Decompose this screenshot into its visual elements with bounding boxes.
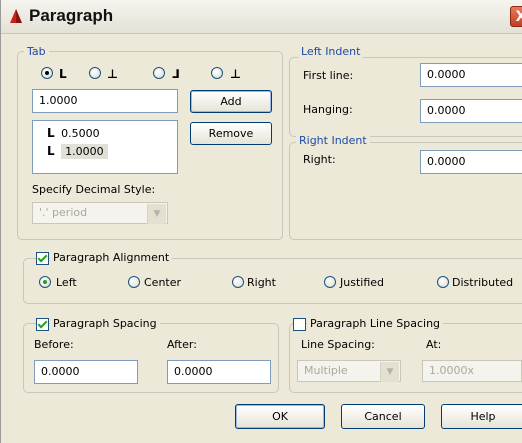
- tab-type-right-radio[interactable]: [153, 67, 165, 79]
- chevron-down-icon: ▼: [380, 362, 399, 382]
- alignment-label: Paragraph Alignment: [50, 251, 173, 264]
- spacing-label: Paragraph Spacing: [50, 317, 160, 330]
- line-spacing-mode-label: Line Spacing:: [301, 338, 375, 351]
- align-distributed-radio[interactable]: [437, 276, 449, 288]
- tab-type-center-radio[interactable]: [89, 67, 101, 79]
- decimal-style-value: '.' period: [39, 206, 88, 219]
- line-spacing-dropdown: Multiple ▼: [297, 360, 401, 382]
- tab-right-icon: ⅃: [172, 67, 180, 81]
- help-button[interactable]: Help: [441, 404, 522, 429]
- paragraph-dialog: Paragraph X Tab L ⊥ ⅃ ⊥ 1.0000 Add Remov…: [0, 0, 522, 443]
- tab-stops-list[interactable]: L 0.5000 L 1.0000: [32, 120, 178, 174]
- align-right-label: Right: [247, 276, 276, 289]
- align-distributed-label: Distributed: [452, 276, 514, 289]
- align-center-label: Center: [144, 276, 182, 289]
- tab-left-icon: L: [59, 67, 67, 81]
- align-left-radio[interactable]: [39, 276, 51, 288]
- before-label: Before:: [34, 338, 74, 351]
- list-item[interactable]: L 1.0000: [47, 144, 108, 159]
- at-input: 1.0000x: [422, 360, 522, 382]
- tab-left-icon: L: [47, 126, 55, 140]
- tab-position-input[interactable]: 1.0000: [32, 89, 178, 113]
- after-label: After:: [167, 338, 197, 351]
- align-right-radio[interactable]: [232, 276, 244, 288]
- line-spacing-value: Multiple: [304, 364, 348, 377]
- alignment-checkbox[interactable]: [36, 252, 49, 265]
- cancel-button[interactable]: Cancel: [341, 404, 425, 429]
- close-button[interactable]: X: [510, 6, 522, 27]
- align-left-label: Left: [56, 276, 77, 289]
- before-input[interactable]: 0.0000: [34, 360, 138, 384]
- right-indent-input[interactable]: 0.0000: [420, 150, 522, 174]
- line-spacing-label: Paragraph Line Spacing: [307, 317, 444, 330]
- tab-left-icon: L: [47, 144, 55, 158]
- tab-group-label: Tab: [24, 45, 49, 58]
- align-center-radio[interactable]: [128, 276, 140, 288]
- paragraph-app-icon: [10, 9, 22, 23]
- title-bar[interactable]: Paragraph X: [1, 0, 522, 34]
- line-spacing-checkbox[interactable]: [293, 318, 306, 331]
- tab-stop-value: 0.5000: [61, 127, 100, 140]
- after-input[interactable]: 0.0000: [167, 360, 271, 384]
- align-justified-label: Justified: [340, 276, 384, 289]
- close-icon: X: [515, 9, 522, 25]
- decimal-style-dropdown: '.' period ▼: [32, 202, 168, 224]
- window-title: Paragraph: [29, 6, 114, 25]
- chevron-down-icon: ▼: [147, 204, 166, 224]
- ok-button[interactable]: OK: [235, 404, 325, 429]
- tab-stop-value: 1.0000: [61, 144, 108, 159]
- spacing-checkbox[interactable]: [36, 318, 49, 331]
- decimal-style-label: Specify Decimal Style:: [32, 183, 156, 196]
- tab-type-left-radio[interactable]: [41, 67, 53, 79]
- align-justified-radio[interactable]: [324, 276, 336, 288]
- add-button[interactable]: Add: [190, 90, 272, 113]
- remove-button[interactable]: Remove: [190, 122, 272, 145]
- left-indent-label: Left Indent: [298, 45, 364, 58]
- line-spacing-group: [289, 323, 522, 393]
- tab-decimal-icon: ⊥: [230, 67, 241, 81]
- first-line-label: First line:: [303, 69, 354, 82]
- tab-center-icon: ⊥: [107, 67, 118, 81]
- hanging-input[interactable]: 0.0000: [420, 99, 522, 123]
- right-indent-label: Right Indent: [296, 134, 370, 147]
- right-label: Right:: [303, 153, 336, 166]
- at-label: At:: [426, 338, 442, 351]
- first-line-input[interactable]: 0.0000: [420, 63, 522, 87]
- tab-type-decimal-radio[interactable]: [211, 67, 223, 79]
- hanging-label: Hanging:: [303, 103, 353, 116]
- list-item[interactable]: L 0.5000: [47, 126, 100, 140]
